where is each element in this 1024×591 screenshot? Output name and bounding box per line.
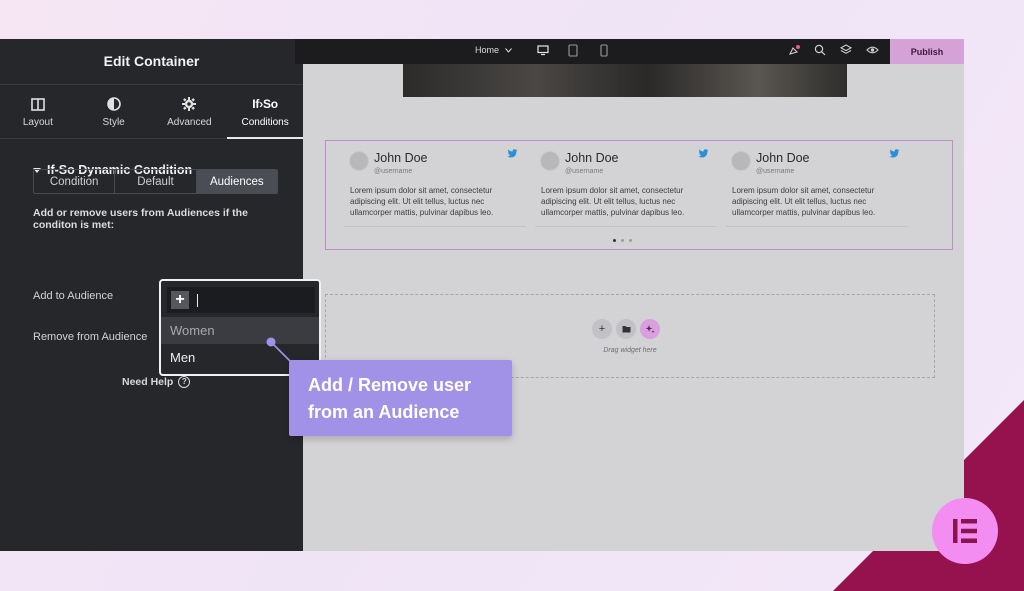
avatar bbox=[540, 151, 560, 171]
page-selector[interactable]: Home bbox=[475, 45, 512, 55]
drag-widget-label: Drag widget here bbox=[603, 347, 657, 354]
segment-audiences[interactable]: Audiences bbox=[196, 170, 277, 193]
publish-button[interactable]: Publish bbox=[890, 39, 964, 64]
callout-line-2: from an Audience bbox=[308, 402, 460, 422]
tweet-card: John Doe @username Lorem ipsum dolor sit… bbox=[726, 147, 908, 227]
card-text: Lorem ipsum dolor sit amet, consectetur … bbox=[732, 186, 876, 217]
mobile-icon[interactable] bbox=[600, 44, 608, 57]
tweet-card: John Doe @username Lorem ipsum dolor sit… bbox=[344, 147, 526, 227]
tab-conditions-label: Conditions bbox=[241, 117, 289, 128]
tab-advanced[interactable]: Advanced bbox=[152, 85, 228, 138]
hero-image bbox=[403, 64, 847, 97]
editor-topbar: Home Publish bbox=[295, 39, 964, 64]
need-help-label: Need Help bbox=[122, 376, 174, 388]
add-to-audience-label: Add to Audience bbox=[33, 290, 114, 302]
tab-style[interactable]: Style bbox=[76, 85, 152, 138]
card-handle: @username bbox=[374, 168, 413, 175]
card-text: Lorem ipsum dolor sit amet, consectetur … bbox=[350, 186, 494, 217]
carousel-pagination[interactable] bbox=[613, 239, 632, 242]
card-handle: @username bbox=[565, 168, 604, 175]
ai-sparkle-icon[interactable] bbox=[640, 319, 660, 339]
tab-layout-label: Layout bbox=[22, 117, 53, 128]
add-audience-button[interactable]: + bbox=[171, 291, 189, 309]
panel-tabs: Layout Style Advanced If›So Conditions bbox=[0, 85, 303, 139]
audience-search-input[interactable]: + bbox=[167, 287, 315, 313]
columns-icon bbox=[31, 95, 45, 113]
twitter-bird-icon bbox=[507, 149, 518, 161]
audience-option-women[interactable]: Women bbox=[161, 317, 319, 344]
tab-layout[interactable]: Layout bbox=[0, 85, 76, 138]
tweet-card: John Doe @username Lorem ipsum dolor sit… bbox=[535, 147, 717, 227]
card-name: John Doe bbox=[565, 151, 619, 165]
audiences-description: Add or remove users from Audiences if th… bbox=[33, 207, 248, 231]
search-icon[interactable] bbox=[814, 44, 826, 56]
card-name: John Doe bbox=[374, 151, 428, 165]
card-name: John Doe bbox=[756, 151, 810, 165]
tab-conditions[interactable]: If›So Conditions bbox=[227, 85, 303, 139]
pagination-dot[interactable] bbox=[629, 239, 632, 242]
elementor-logo-icon bbox=[932, 498, 998, 564]
preview-eye-icon[interactable] bbox=[866, 44, 879, 56]
desktop-icon[interactable] bbox=[537, 44, 549, 56]
segment-condition[interactable]: Condition bbox=[34, 170, 116, 193]
card-handle: @username bbox=[756, 168, 795, 175]
ifso-logo: If›So bbox=[252, 97, 278, 111]
segment-default[interactable]: Default bbox=[115, 170, 197, 193]
callout-line-1: Add / Remove user bbox=[308, 375, 472, 395]
testimonial-carousel[interactable]: John Doe @username Lorem ipsum dolor sit… bbox=[325, 140, 953, 250]
tab-advanced-label: Advanced bbox=[167, 117, 212, 128]
layers-icon[interactable] bbox=[840, 44, 852, 56]
folder-icon[interactable] bbox=[616, 319, 636, 339]
avatar bbox=[349, 151, 369, 171]
page-selector-value: Home bbox=[475, 45, 500, 55]
condition-segment-control: Condition Default Audiences bbox=[33, 169, 278, 194]
pagination-dot[interactable] bbox=[621, 239, 624, 242]
twitter-bird-icon bbox=[698, 149, 709, 161]
text-cursor bbox=[197, 293, 198, 307]
tablet-icon[interactable] bbox=[568, 44, 578, 57]
gear-icon bbox=[182, 95, 197, 113]
avatar bbox=[731, 151, 751, 171]
question-icon: ? bbox=[178, 376, 191, 388]
chevron-down-icon bbox=[505, 47, 512, 53]
panel-title: Edit Container bbox=[0, 39, 303, 85]
feature-callout: Add / Remove user from an Audience bbox=[289, 360, 512, 436]
twitter-bird-icon bbox=[889, 149, 900, 161]
tab-style-label: Style bbox=[102, 117, 125, 128]
notifications-icon[interactable] bbox=[788, 44, 801, 57]
preview-canvas: John Doe @username Lorem ipsum dolor sit… bbox=[303, 64, 964, 551]
pagination-dot[interactable] bbox=[613, 239, 616, 242]
remove-from-audience-label: Remove from Audience bbox=[33, 331, 148, 343]
card-text: Lorem ipsum dolor sit amet, consectetur … bbox=[541, 186, 685, 217]
half-circle-icon bbox=[106, 95, 121, 113]
need-help-link[interactable]: Need Help ? bbox=[122, 376, 191, 388]
add-section-button[interactable]: + bbox=[592, 319, 612, 339]
